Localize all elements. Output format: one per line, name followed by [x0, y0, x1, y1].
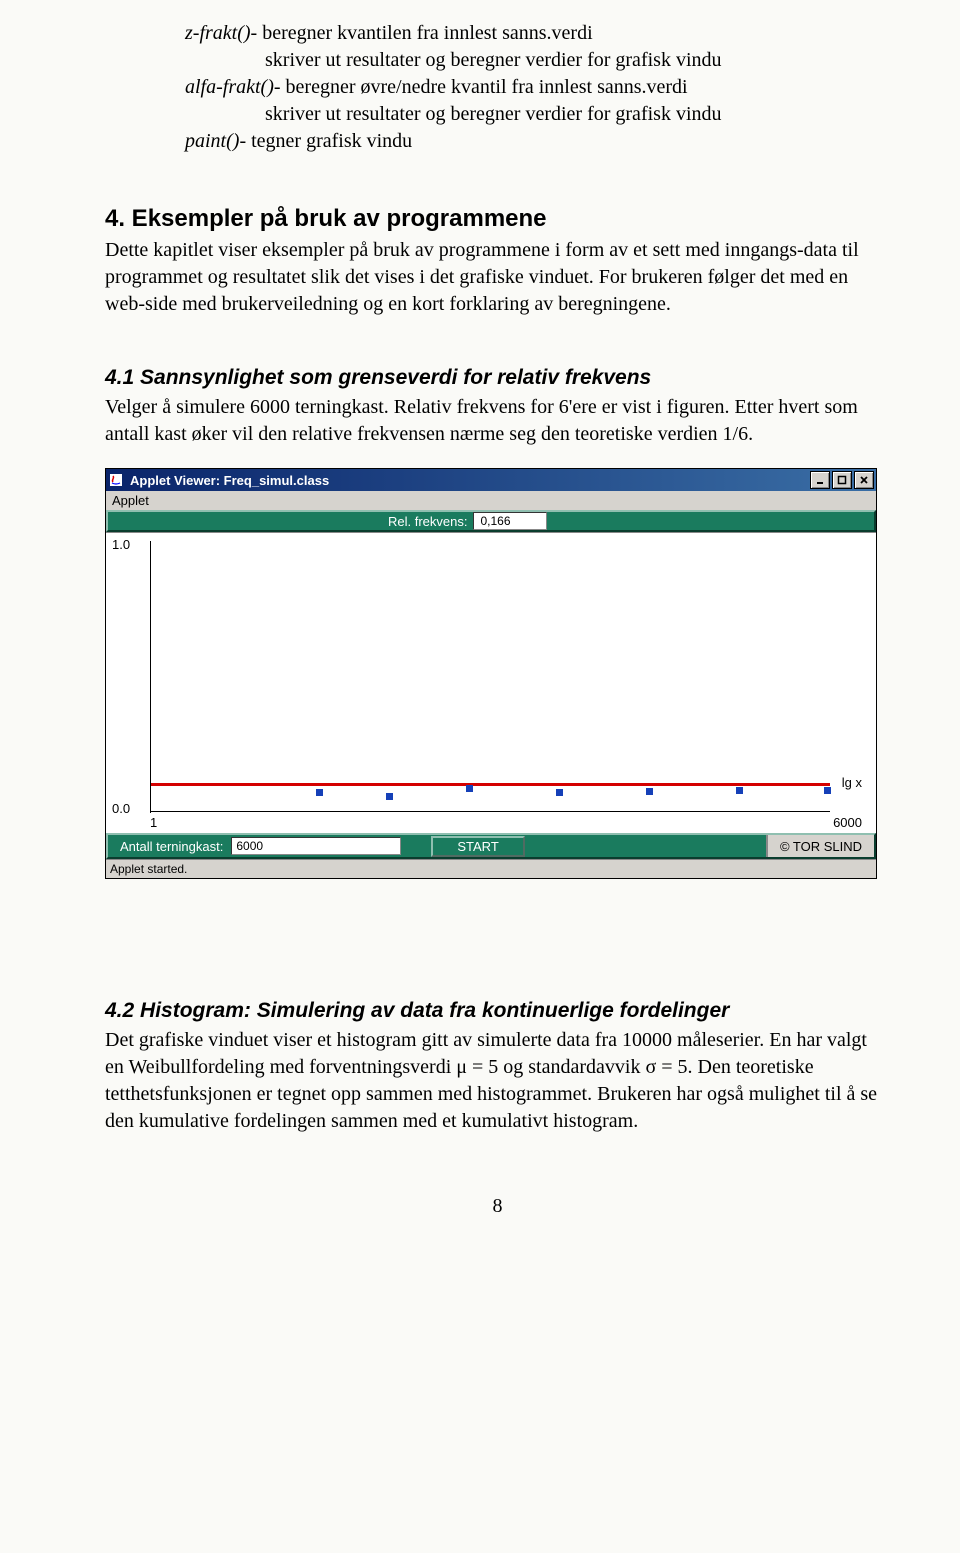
y-axis	[150, 541, 151, 813]
window-title: Applet Viewer: Freq_simul.class	[130, 473, 329, 488]
x-axis	[150, 811, 830, 812]
terningkast-input[interactable]	[231, 837, 401, 855]
func-zfrakt-desc: - beregner kvantilen fra innlest sanns.v…	[251, 22, 593, 44]
chart-area: 1.0 0.0 1 6000 lg x	[106, 532, 876, 833]
data-point	[824, 787, 831, 794]
x-tick-right: 6000	[833, 815, 862, 830]
func-zfrakt: z-frakt()	[185, 22, 251, 44]
menubar: Applet	[106, 491, 876, 510]
data-point	[556, 789, 563, 796]
func-paint: paint()	[185, 130, 239, 152]
y-tick-top: 1.0	[112, 537, 130, 552]
reference-line	[150, 783, 830, 786]
maximize-button[interactable]	[832, 471, 852, 489]
data-point	[736, 787, 743, 794]
close-button[interactable]	[854, 471, 874, 489]
data-point	[316, 789, 323, 796]
titlebar: Applet Viewer: Freq_simul.class	[106, 469, 876, 491]
start-button[interactable]: START	[431, 836, 524, 857]
x-axis-label: lg x	[842, 775, 862, 790]
data-point	[646, 788, 653, 795]
minimize-button[interactable]	[810, 471, 830, 489]
section-4-2-title: 4.2 Histogram: Simulering av data fra ko…	[105, 999, 890, 1023]
page-number: 8	[105, 1195, 890, 1218]
rel-frekvens-bar: Rel. frekvens: 0,166	[106, 510, 876, 532]
y-tick-bottom: 0.0	[112, 801, 130, 816]
func-zfrakt-sub: skriver ut resultater og beregner verdie…	[265, 47, 890, 74]
section-4-title: 4. Eksempler på bruk av programmene	[105, 205, 890, 233]
func-alfafrakt: alfa-frakt()	[185, 76, 274, 98]
applet-window: Applet Viewer: Freq_simul.class Applet R…	[105, 468, 877, 879]
func-alfafrakt-desc: - beregner øvre/nedre kvantil fra innles…	[274, 76, 688, 98]
rel-frekvens-label: Rel. frekvens:	[388, 514, 467, 529]
status-bar: Applet started.	[106, 859, 876, 878]
section-4-1-body: Velger å simulere 6000 terningkast. Rela…	[105, 394, 890, 448]
section-4-body: Dette kapitlet viser eksempler på bruk a…	[105, 237, 890, 318]
rel-frekvens-value: 0,166	[473, 512, 547, 530]
func-paint-desc: - tegner grafisk vindu	[239, 130, 412, 152]
java-icon	[108, 472, 124, 488]
data-point	[386, 793, 393, 800]
section-4-1-title: 4.1 Sannsynlighet som grenseverdi for re…	[105, 366, 890, 390]
terningkast-label: Antall terningkast:	[120, 839, 223, 854]
data-point	[466, 785, 473, 792]
function-list: z-frakt()- beregner kvantilen fra innles…	[105, 20, 890, 155]
section-4-2-body: Det grafiske vinduet viser et histogram …	[105, 1027, 890, 1135]
copyright-label: © TOR SLIND	[766, 835, 874, 857]
x-tick-left: 1	[150, 815, 157, 830]
menu-applet[interactable]: Applet	[112, 493, 149, 508]
func-alfafrakt-sub: skriver ut resultater og beregner verdie…	[265, 101, 890, 128]
control-bar: Antall terningkast: START © TOR SLIND	[106, 833, 876, 859]
